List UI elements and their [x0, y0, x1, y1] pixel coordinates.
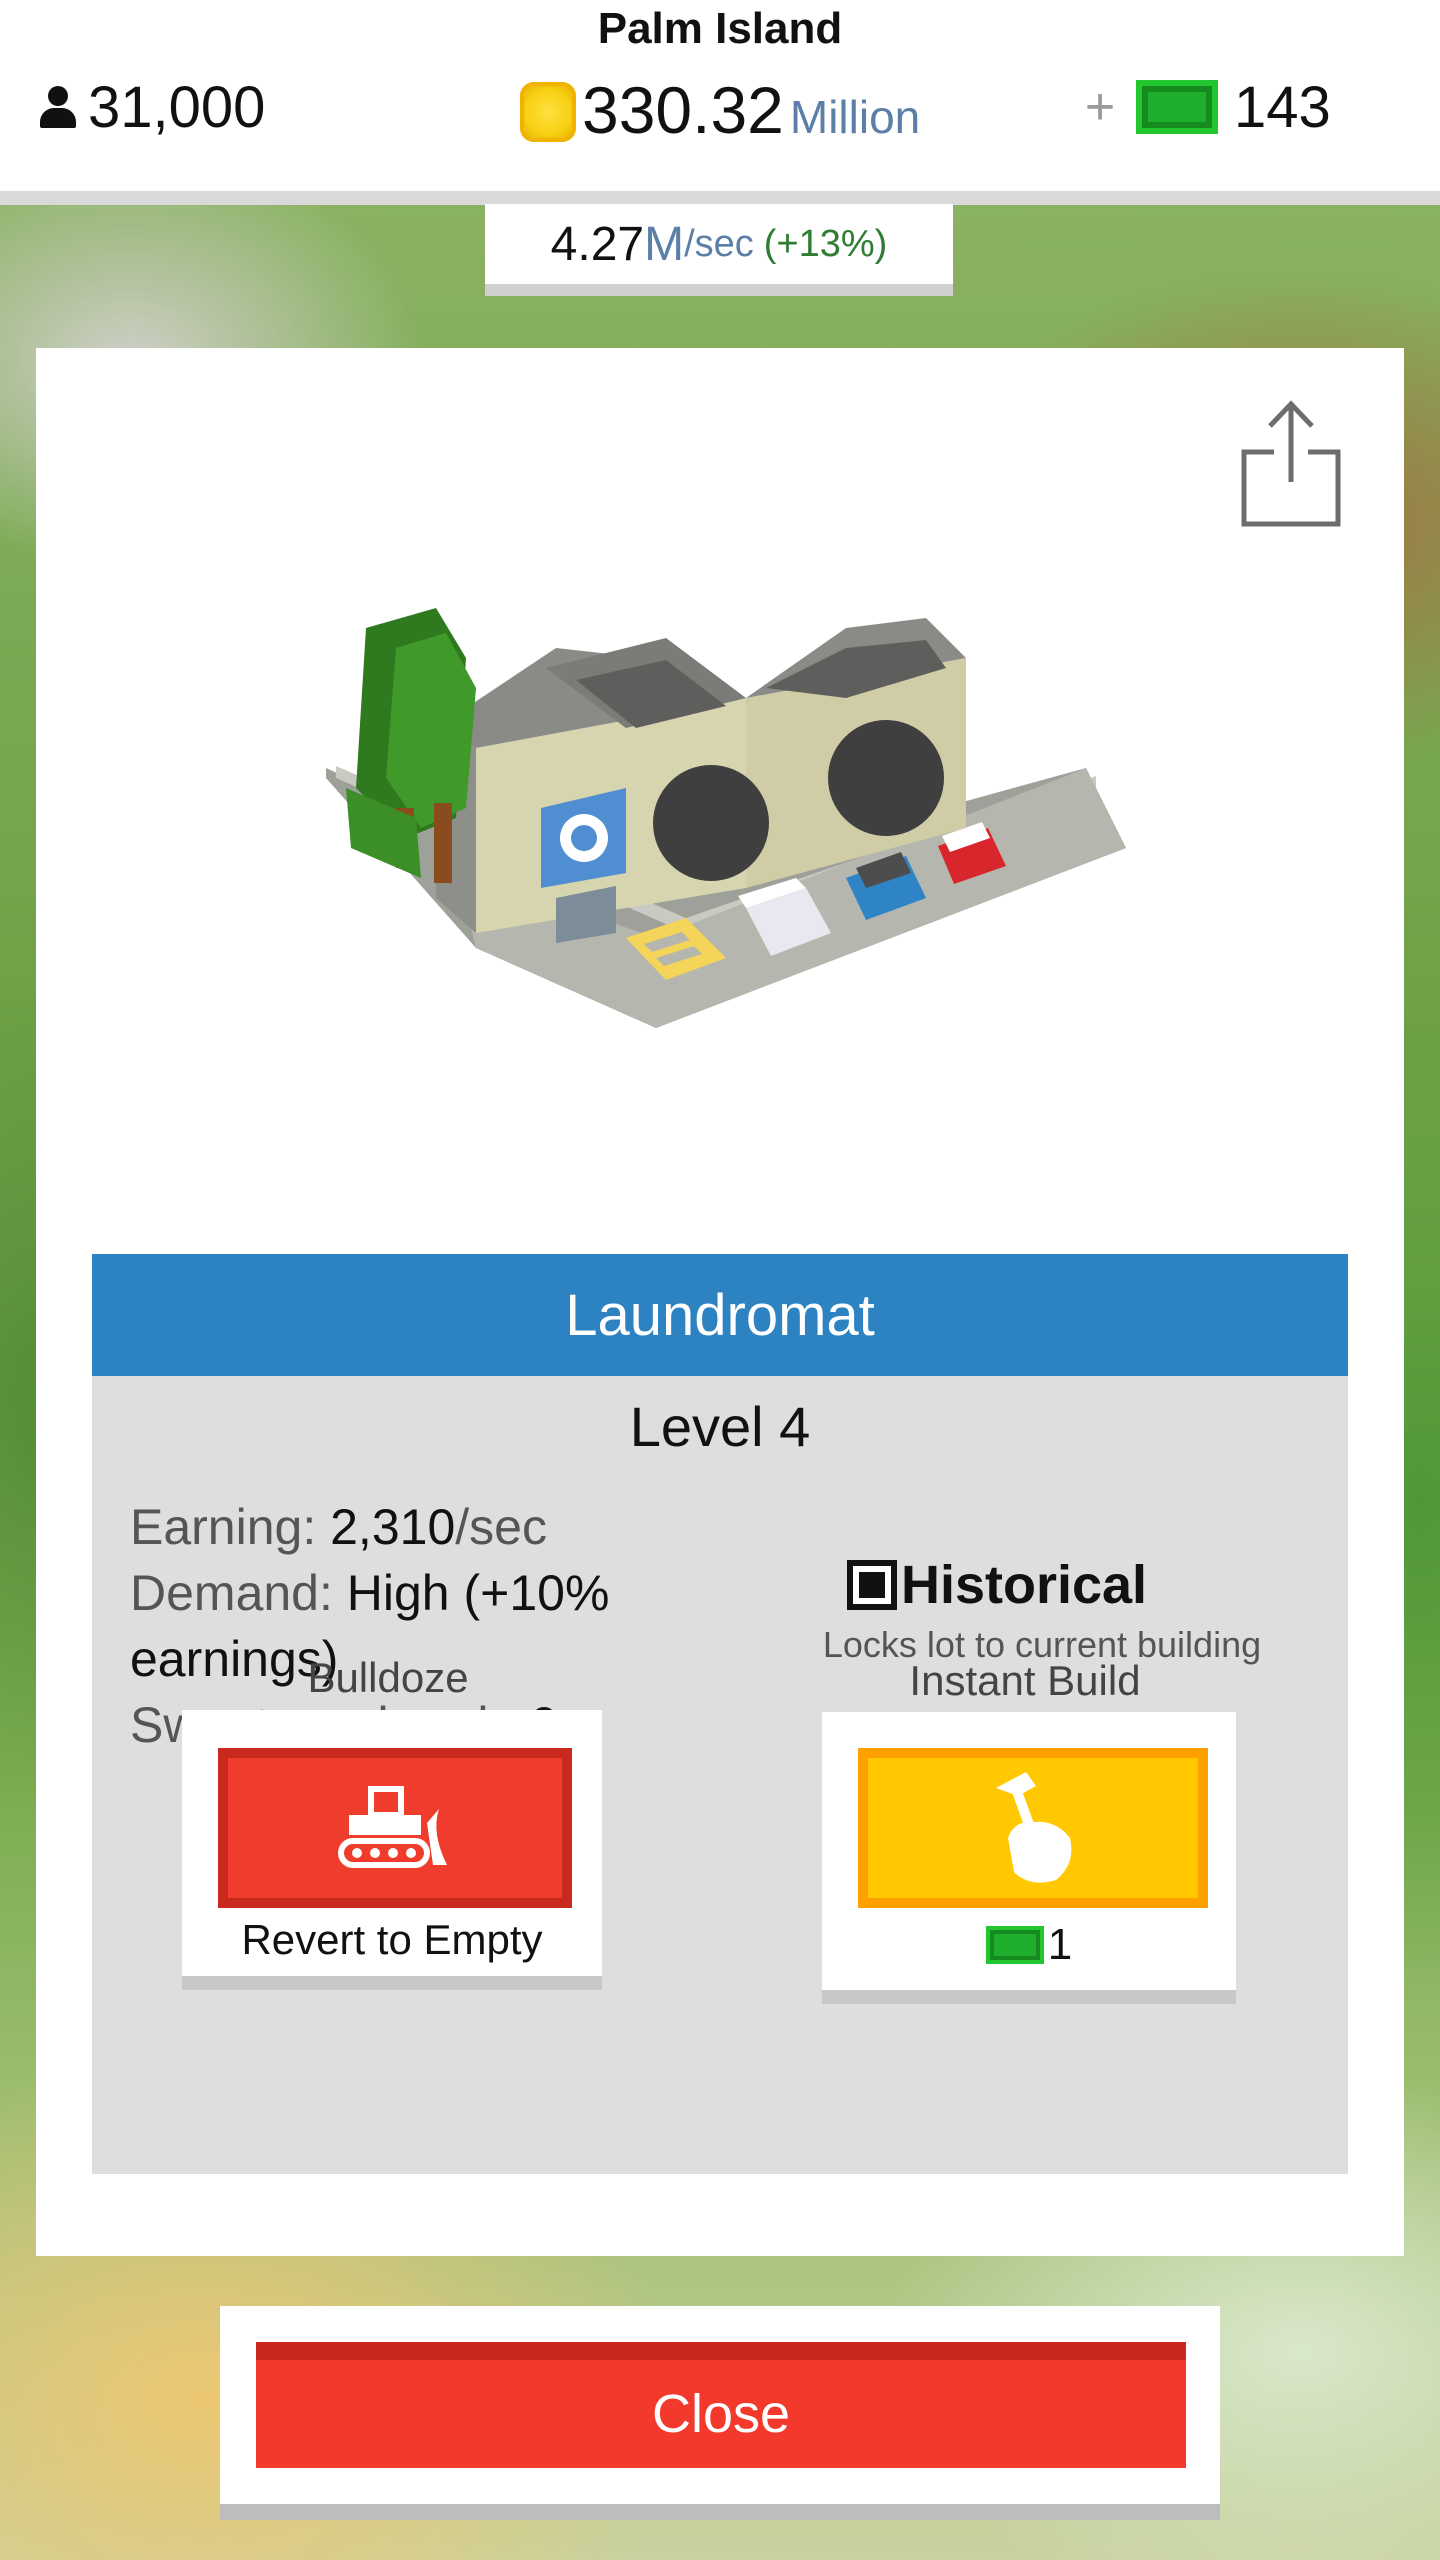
building-detail-panel: Laundromat Level 4 Earning: 2,310/sec De… [36, 348, 1404, 2256]
person-icon [36, 84, 80, 130]
rate-bonus: (+13%) [763, 222, 888, 265]
money-value: 330.32 [582, 73, 784, 147]
bulldoze-label: Bulldoze [307, 1654, 469, 1701]
earning-stat: Earning: 2,310/sec [130, 1494, 730, 1560]
laundromat-building-image [326, 608, 1126, 1028]
plus-icon[interactable]: + [1080, 77, 1120, 137]
instant-build-card: 1 [822, 1712, 1236, 2004]
money-unit: Million [789, 91, 921, 143]
rate-unit: M [644, 217, 685, 271]
instant-build-cost-value: 1 [1047, 1920, 1073, 1969]
demand-label: Demand: [130, 1565, 347, 1621]
instant-build-label: Instant Build [909, 1657, 1141, 1704]
building-info-box: Laundromat Level 4 Earning: 2,310/sec De… [92, 1254, 1348, 2174]
share-button[interactable] [1236, 398, 1346, 528]
top-bar: Palm Island 31,000 330.32 Million + 143 [0, 0, 1440, 205]
gem-counter[interactable]: + 143 [1080, 72, 1331, 142]
bulldoze-card: Revert to Empty [182, 1710, 602, 1990]
earning-unit: /sec [455, 1499, 547, 1555]
rate-value: 4.27 [550, 217, 645, 271]
population-value: 31,000 [88, 74, 266, 140]
gem-count: 143 [1234, 74, 1331, 140]
bulldoze-button[interactable] [218, 1748, 572, 1908]
earning-value: 2,310 [330, 1499, 456, 1555]
gem-icon [985, 1926, 1044, 1964]
rate-per: /sec [684, 222, 754, 265]
island-name: Palm Island [597, 4, 843, 53]
historical-label: Historical [900, 1555, 1148, 1615]
gem-icon [1136, 80, 1218, 134]
building-level: Level 4 [629, 1395, 811, 1458]
building-title: Laundromat [92, 1254, 1348, 1376]
income-rate-tab: 4.27 M /sec (+13%) [485, 204, 953, 296]
instant-build-cost: 1 [822, 1920, 1236, 1970]
close-button[interactable]: Close [256, 2342, 1186, 2468]
hammer-hand-icon [996, 1772, 1072, 1883]
earning-label: Earning: [130, 1499, 331, 1555]
share-icon [1241, 400, 1341, 527]
historical-option[interactable]: Historical Locks lot to current building [762, 1554, 1322, 1666]
coin-icon [520, 82, 576, 142]
bulldozer-icon [338, 1786, 447, 1868]
historical-toggle[interactable]: Historical [672, 1554, 1322, 1616]
instant-build-button[interactable] [858, 1748, 1208, 1908]
close-button-frame: Close [220, 2306, 1220, 2520]
revert-to-empty-text: Revert to Empty [241, 1916, 543, 1963]
checkbox-icon[interactable] [846, 1560, 897, 1610]
money-counter: 330.32 Million [520, 72, 920, 152]
population-counter: 31,000 [36, 72, 265, 142]
